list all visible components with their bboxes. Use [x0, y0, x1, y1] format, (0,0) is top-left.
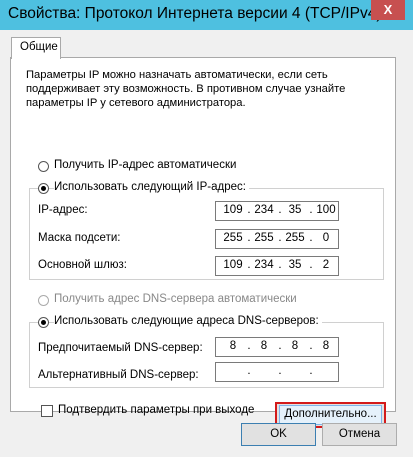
- octet-separator: .: [247, 232, 251, 244]
- preferred-dns-field[interactable]: 8. 8. 8. 8: [215, 337, 339, 357]
- mask-octet-4: 0: [322, 232, 330, 244]
- gw-octet-2: 234: [254, 259, 274, 271]
- octet-separator: .: [309, 259, 313, 271]
- octet-separator: .: [309, 340, 313, 352]
- gateway-label: Основной шлюз:: [38, 259, 127, 271]
- mask-octet-3: 255: [285, 232, 305, 244]
- preferred-dns-label: Предпочитаемый DNS-сервер:: [38, 342, 203, 354]
- title-bar: Свойства: Протокол Интернета версии 4 (T…: [0, 0, 413, 31]
- ip-address-field[interactable]: 109. 234. 35. 100: [215, 201, 339, 221]
- validate-checkbox[interactable]: [41, 405, 53, 417]
- dialog-client: Общие Параметры IP можно назначать автом…: [0, 30, 413, 457]
- ip-octet-1: 109: [223, 204, 243, 216]
- radio-dns-auto[interactable]: [38, 295, 49, 306]
- ip-address-label: IP-адрес:: [38, 204, 88, 216]
- radio-dns-manual-label: Использовать следующие адреса DNS-сервер…: [54, 315, 322, 327]
- octet-separator: .: [278, 340, 282, 352]
- advanced-button-label: Дополнительно...: [279, 405, 382, 425]
- radio-ip-auto-label: Получить IP-адрес автоматически: [54, 159, 237, 171]
- validate-checkbox-label: Подтвердить параметры при выходе: [58, 404, 255, 416]
- radio-dns-auto-label: Получить адрес DNS-сервера автоматически: [54, 293, 297, 305]
- octet-separator: .: [247, 259, 251, 271]
- window-title: Свойства: Протокол Интернета версии 4 (T…: [8, 5, 382, 22]
- gw-octet-4: 2: [322, 259, 330, 271]
- ip-octet-4: 100: [316, 204, 336, 216]
- radio-ip-manual-label: Использовать следующий IP-адрес:: [54, 181, 249, 193]
- ip-octet-3: 35: [288, 204, 302, 216]
- octet-separator: .: [247, 204, 251, 216]
- gw-octet-3: 35: [288, 259, 302, 271]
- octet-separator: .: [247, 365, 251, 377]
- alternate-dns-label: Альтернативный DNS-сервер:: [38, 369, 199, 381]
- gateway-field[interactable]: 109. 234. 35. 2: [215, 256, 339, 276]
- radio-dns-manual[interactable]: [38, 317, 49, 328]
- alternate-dns-field[interactable]: . . .: [215, 362, 339, 382]
- dns1-octet-3: 8: [291, 340, 299, 352]
- subnet-mask-label: Маска подсети:: [38, 232, 121, 244]
- mask-octet-1: 255: [223, 232, 243, 244]
- dns1-octet-4: 8: [322, 340, 330, 352]
- ip-octet-2: 234: [254, 204, 274, 216]
- subnet-mask-field[interactable]: 255. 255. 255. 0: [215, 229, 339, 249]
- general-panel: Параметры IP можно назначать автоматичес…: [10, 57, 396, 428]
- close-icon: X: [383, 2, 393, 17]
- octet-separator: .: [309, 365, 313, 377]
- octet-separator: .: [247, 340, 251, 352]
- dns1-octet-1: 8: [229, 340, 237, 352]
- description-text: Параметры IP можно назначать автоматичес…: [26, 69, 346, 109]
- tab-general-label: Общие: [20, 41, 58, 53]
- octet-separator: .: [309, 232, 313, 244]
- mask-octet-2: 255: [254, 232, 274, 244]
- radio-ip-manual[interactable]: [38, 183, 49, 194]
- radio-ip-auto[interactable]: [38, 161, 49, 172]
- octet-separator: .: [278, 259, 282, 271]
- octet-separator: .: [278, 232, 282, 244]
- tab-general[interactable]: Общие: [11, 37, 61, 59]
- octet-separator: .: [309, 204, 313, 216]
- ok-button[interactable]: OK: [241, 423, 316, 446]
- cancel-button[interactable]: Отмена: [322, 423, 397, 446]
- dns1-octet-2: 8: [260, 340, 268, 352]
- gw-octet-1: 109: [223, 259, 243, 271]
- octet-separator: .: [278, 204, 282, 216]
- octet-separator: .: [278, 365, 282, 377]
- close-button[interactable]: X: [371, 0, 405, 20]
